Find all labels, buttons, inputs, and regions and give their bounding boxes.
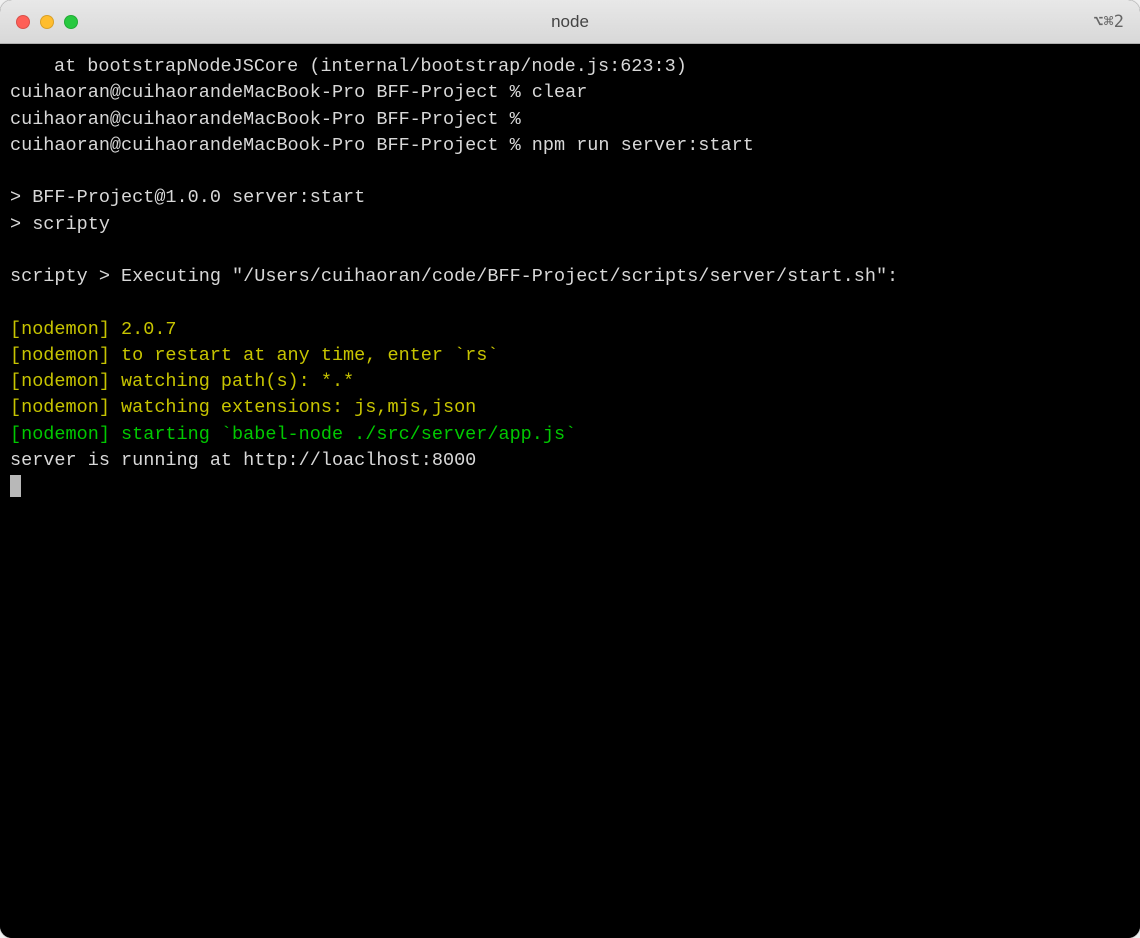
window-title: node — [551, 12, 589, 32]
terminal-body[interactable]: at bootstrapNodeJSCore (internal/bootstr… — [0, 44, 1140, 938]
traffic-lights — [16, 15, 78, 29]
terminal-line: scripty > Executing "/Users/cuihaoran/co… — [10, 264, 1130, 290]
terminal-line — [10, 290, 1130, 316]
close-button[interactable] — [16, 15, 30, 29]
maximize-button[interactable] — [64, 15, 78, 29]
minimize-button[interactable] — [40, 15, 54, 29]
terminal-line: [nodemon] 2.0.7 — [10, 317, 1130, 343]
terminal-line: cuihaoran@cuihaorandeMacBook-Pro BFF-Pro… — [10, 80, 1130, 106]
cursor-line — [10, 474, 1130, 500]
cursor-icon — [10, 475, 21, 497]
terminal-line: at bootstrapNodeJSCore (internal/bootstr… — [10, 54, 1130, 80]
terminal-line — [10, 159, 1130, 185]
terminal-window: node ⌥⌘2 at bootstrapNodeJSCore (interna… — [0, 0, 1140, 938]
terminal-line: cuihaoran@cuihaorandeMacBook-Pro BFF-Pro… — [10, 107, 1130, 133]
keyboard-shortcut: ⌥⌘2 — [1093, 12, 1124, 32]
titlebar[interactable]: node ⌥⌘2 — [0, 0, 1140, 44]
terminal-line: [nodemon] watching path(s): *.* — [10, 369, 1130, 395]
terminal-line — [10, 238, 1130, 264]
terminal-line: cuihaoran@cuihaorandeMacBook-Pro BFF-Pro… — [10, 133, 1130, 159]
terminal-line: > scripty — [10, 212, 1130, 238]
terminal-line: server is running at http://loaclhost:80… — [10, 448, 1130, 474]
terminal-line: [nodemon] starting `babel-node ./src/ser… — [10, 422, 1130, 448]
terminal-line: [nodemon] to restart at any time, enter … — [10, 343, 1130, 369]
terminal-line: [nodemon] watching extensions: js,mjs,js… — [10, 395, 1130, 421]
terminal-line: > BFF-Project@1.0.0 server:start — [10, 185, 1130, 211]
